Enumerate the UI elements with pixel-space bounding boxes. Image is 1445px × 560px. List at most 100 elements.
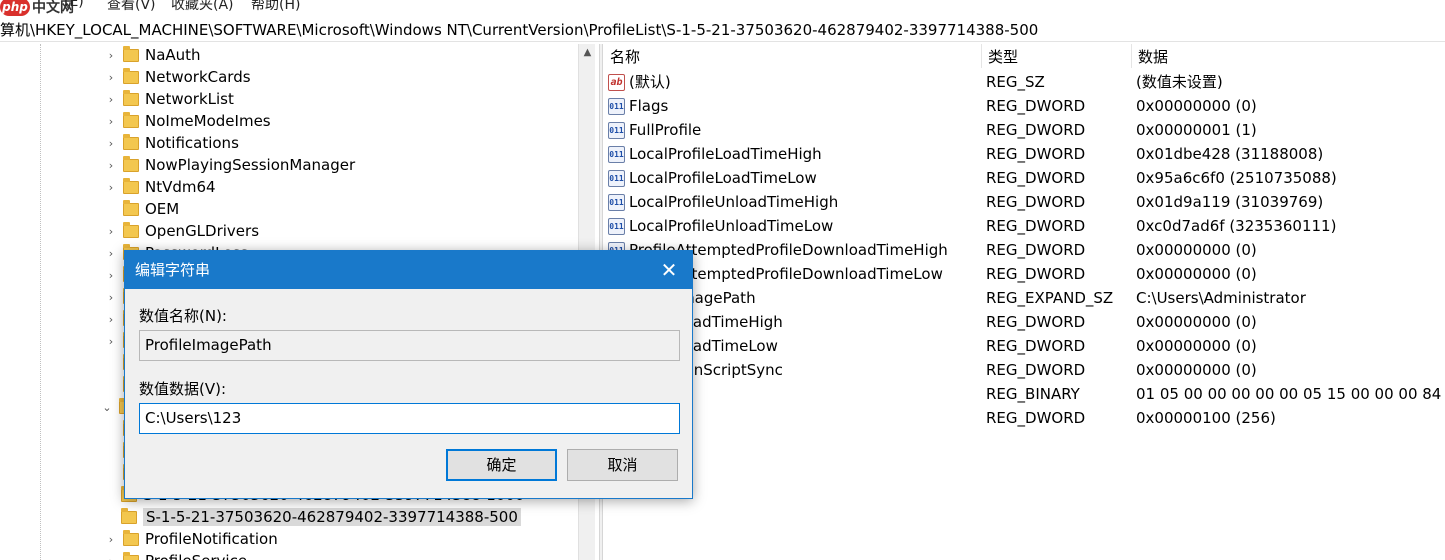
value-type: REG_DWORD	[986, 361, 1086, 379]
value-name-cell: 011 LocalProfileUnloadTimeHigh	[608, 190, 984, 214]
value-row[interactable]: 011ProfileLoadTimeHighREG_DWORD0x0000000…	[604, 310, 1445, 334]
menu-edit[interactable]: (E)	[64, 0, 84, 10]
menu-favorites[interactable]: 收藏夹(A)	[171, 0, 234, 14]
chevron-right-icon[interactable]: ›	[104, 132, 118, 154]
value-type: REG_DWORD	[986, 241, 1086, 259]
chevron-right-icon	[104, 440, 118, 462]
column-name[interactable]: 名称	[604, 44, 982, 68]
chevron-right-icon[interactable]: ›	[104, 110, 118, 132]
tree-item-label: ProfileNotification	[145, 530, 278, 548]
menu-view[interactable]: 查看(V)	[107, 0, 156, 14]
value-data: 0x00000000 (0)	[1136, 337, 1257, 355]
value-row[interactable]: 011ProfileAttemptedProfileDownloadTimeHi…	[604, 238, 1445, 262]
chevron-right-icon[interactable]: ›	[104, 242, 118, 264]
value-row[interactable]: 011ProfileLoadTimeLowREG_DWORD0x00000000…	[604, 334, 1445, 358]
value-type: REG_DWORD	[986, 97, 1086, 115]
value-data-field[interactable]: C:\Users\123	[139, 403, 680, 434]
folder-icon	[123, 177, 139, 194]
tree-item[interactable]: › NaAuth	[104, 44, 201, 66]
tree-item[interactable]: › NetworkList	[104, 88, 234, 110]
value-type: REG_DWORD	[986, 145, 1086, 163]
chevron-right-icon[interactable]: ›	[104, 308, 118, 330]
value-row[interactable]: 011SidREG_BINARY01 05 00 00 00 00 00 05 …	[604, 382, 1445, 406]
tree-item-label: ProfileService	[145, 552, 247, 560]
value-type: REG_DWORD	[986, 337, 1086, 355]
value-data: 0x00000000 (0)	[1136, 313, 1257, 331]
chevron-right-icon[interactable]: ›	[104, 550, 118, 560]
value-data: 0x00000000 (0)	[1136, 361, 1257, 379]
folder-icon	[123, 89, 139, 106]
value-type: REG_DWORD	[986, 217, 1086, 235]
tree-item[interactable]: › NowPlayingSessionManager	[104, 154, 355, 176]
value-data-label: 数值数据(V):	[139, 380, 227, 398]
value-row[interactable]: 011ProfileAttemptedProfileDownloadTimeLo…	[604, 262, 1445, 286]
tree-item[interactable]: › NoImeModeImes	[104, 110, 271, 132]
tree-guide-line	[40, 44, 41, 560]
tree-item[interactable]: › Notifications	[104, 132, 239, 154]
value-row[interactable]: 011 LocalProfileUnloadTimeLow REG_DWORD 0xc…	[604, 214, 1445, 238]
scroll-up-icon[interactable]: ▲	[579, 44, 596, 62]
value-data: 0x01d9a119 (31039769)	[1136, 193, 1324, 211]
chevron-right-icon[interactable]: ›	[104, 286, 118, 308]
value-row[interactable]: ab (默认) REG_SZ (数值未设置)	[604, 70, 1445, 94]
value-row[interactable]: 011 Flags REG_DWORD 0x00000000 (0)	[604, 94, 1445, 118]
value-type: REG_DWORD	[986, 193, 1086, 211]
value-type: REG_EXPAND_SZ	[986, 289, 1114, 307]
value-row[interactable]: 011 FullProfile REG_DWORD 0x00000001 (1)	[604, 118, 1445, 142]
chevron-right-icon[interactable]: ›	[104, 264, 118, 286]
value-type: REG_DWORD	[986, 313, 1086, 331]
address-bar[interactable]: 算机\HKEY_LOCAL_MACHINE\SOFTWARE\Microsoft…	[0, 18, 1445, 42]
binary-value-icon: 011	[608, 217, 625, 235]
chevron-right-icon[interactable]: ›	[104, 176, 118, 198]
cancel-button[interactable]: 取消	[567, 449, 678, 481]
dialog-titlebar[interactable]: 编辑字符串 ✕	[125, 251, 692, 289]
value-row[interactable]: 011 LocalProfileLoadTimeHigh REG_DWORD 0x01…	[604, 142, 1445, 166]
tree-item[interactable]: OEM	[104, 198, 179, 220]
list-header: 名称 类型 数据	[604, 44, 1445, 68]
binary-value-icon: 011	[608, 121, 625, 139]
chevron-right-icon[interactable]: ›	[104, 220, 118, 242]
folder-icon	[123, 529, 139, 546]
chevron-right-icon[interactable]: ›	[104, 330, 118, 352]
chevron-right-icon[interactable]: ›	[104, 88, 118, 110]
menu-bar: php 中文网 (E) 查看(V) 收藏夹(A) 帮助(H)	[0, 0, 1445, 16]
value-type: REG_DWORD	[986, 169, 1086, 187]
value-row[interactable]: 011StateREG_DWORD0x00000100 (256)	[604, 406, 1445, 430]
value-name-field[interactable]: ProfileImagePath	[139, 330, 680, 361]
value-type: REG_DWORD	[986, 265, 1086, 283]
tree-item[interactable]: › NtVdm64	[104, 176, 216, 198]
column-data[interactable]: 数据	[1132, 44, 1445, 68]
value-row[interactable]: 011 LocalProfileLoadTimeLow REG_DWORD 0x95a…	[604, 166, 1445, 190]
tree-item[interactable]: › ProfileNotification	[104, 528, 278, 550]
value-row[interactable]: 011RunLogonScriptSyncREG_DWORD0x00000000…	[604, 358, 1445, 382]
value-data: 0x00000000 (0)	[1136, 97, 1257, 115]
chevron-right-icon[interactable]: ›	[104, 528, 118, 550]
menu-help[interactable]: 帮助(H)	[251, 0, 300, 14]
tree-item[interactable]: › OpenGLDrivers	[104, 220, 259, 242]
value-name: (默认)	[629, 73, 671, 91]
value-row[interactable]: abProfileImagePathREG_EXPAND_SZC:\Users\…	[604, 286, 1445, 310]
value-name: LocalProfileLoadTimeLow	[629, 169, 817, 187]
chevron-right-icon	[104, 198, 118, 220]
value-type: REG_DWORD	[986, 121, 1086, 139]
value-data: 0x00000100 (256)	[1136, 409, 1276, 427]
value-name-label: 数值名称(N):	[139, 307, 227, 325]
tree-item[interactable]: › ProfileService	[104, 550, 247, 560]
binary-value-icon: 011	[608, 169, 625, 187]
chevron-down-icon[interactable]: ⌄	[100, 396, 114, 418]
value-row[interactable]: 011 LocalProfileUnloadTimeHigh REG_DWORD 0x…	[604, 190, 1445, 214]
column-type[interactable]: 类型	[982, 44, 1132, 68]
value-name-cell: 011 Flags	[608, 94, 984, 118]
folder-icon	[121, 507, 137, 524]
binary-value-icon: 011	[608, 145, 625, 163]
chevron-right-icon[interactable]: ›	[104, 44, 118, 66]
close-icon[interactable]: ✕	[646, 251, 692, 289]
folder-icon	[123, 551, 139, 560]
chevron-right-icon[interactable]: ›	[104, 66, 118, 88]
chevron-right-icon[interactable]: ›	[104, 154, 118, 176]
tree-item[interactable]: S-1-5-21-37503620-462879402-3397714388-5…	[121, 506, 521, 528]
tree-item[interactable]: › NetworkCards	[104, 66, 251, 88]
chevron-right-icon	[104, 462, 118, 484]
ok-button[interactable]: 确定	[446, 449, 557, 481]
value-data: C:\Users\Administrator	[1136, 289, 1306, 307]
